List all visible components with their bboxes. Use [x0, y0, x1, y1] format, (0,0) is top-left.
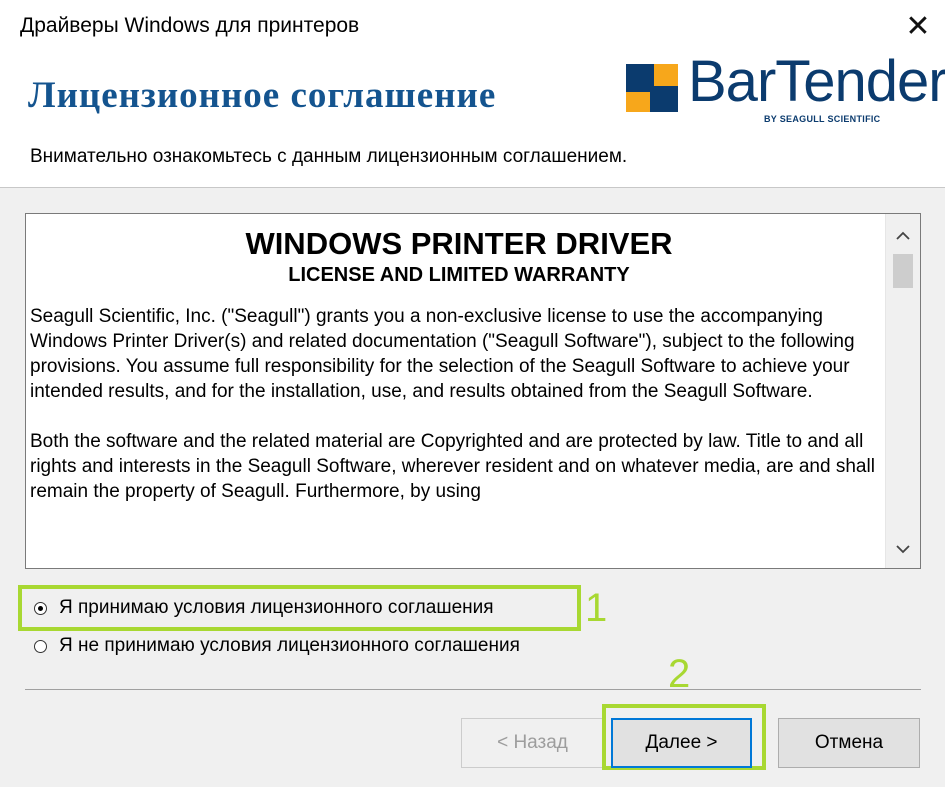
scroll-down-button[interactable]: [886, 534, 920, 564]
scroll-up-button[interactable]: [886, 220, 920, 250]
radio-decline-label: Я не принимаю условия лицензионного согл…: [59, 635, 520, 656]
license-content: WINDOWS PRINTER DRIVER LICENSE AND LIMIT…: [30, 214, 888, 504]
footer-divider: [25, 689, 921, 690]
license-paragraph: Both the software and the related materi…: [30, 431, 875, 502]
radio-accept-indicator[interactable]: [34, 601, 47, 615]
radio-accept[interactable]: Я принимаю условия лицензионного соглаше…: [34, 594, 494, 622]
bartender-logo-mark-icon: [626, 64, 678, 112]
chevron-down-icon: [896, 544, 910, 553]
page-subtitle: Внимательно ознакомьтесь с данным лиценз…: [30, 146, 628, 167]
dialog-header: Драйверы Windows для принтеров ✕ Лицензи…: [0, 0, 945, 187]
close-button[interactable]: ✕: [898, 6, 938, 46]
scroll-thumb[interactable]: [893, 254, 913, 288]
close-icon: ✕: [905, 9, 931, 43]
radio-accept-label: Я принимаю условия лицензионного соглаше…: [59, 597, 494, 618]
license-subtitle: LICENSE AND LIMITED WARRANTY: [288, 264, 630, 286]
annotation-marker-1: 1: [585, 586, 608, 630]
window-title: Драйверы Windows для принтеров: [20, 14, 360, 37]
back-button[interactable]: < Назад: [461, 718, 604, 768]
license-paragraph: Seagull Scientific, Inc. ("Seagull") gra…: [30, 306, 855, 402]
annotation-marker-2: 2: [668, 652, 691, 696]
logo-word: BarTender: [688, 49, 945, 114]
license-scrollbar[interactable]: [885, 214, 920, 568]
cancel-button[interactable]: Отмена: [778, 718, 920, 768]
bartender-logo: BarTender BY SEAGULL SCIENTIFIC: [626, 49, 945, 130]
page-title: Лицензионное соглашение: [28, 75, 497, 116]
next-button[interactable]: Далее >: [611, 718, 752, 768]
header-divider: [0, 187, 945, 188]
radio-decline-indicator[interactable]: [34, 639, 47, 653]
license-text-box[interactable]: WINDOWS PRINTER DRIVER LICENSE AND LIMIT…: [25, 213, 921, 569]
logo-tagline: BY SEAGULL SCIENTIFIC: [764, 114, 881, 124]
chevron-up-icon: [896, 231, 910, 240]
license-title: WINDOWS PRINTER DRIVER: [245, 226, 673, 261]
radio-decline[interactable]: Я не принимаю условия лицензионного согл…: [34, 632, 520, 660]
